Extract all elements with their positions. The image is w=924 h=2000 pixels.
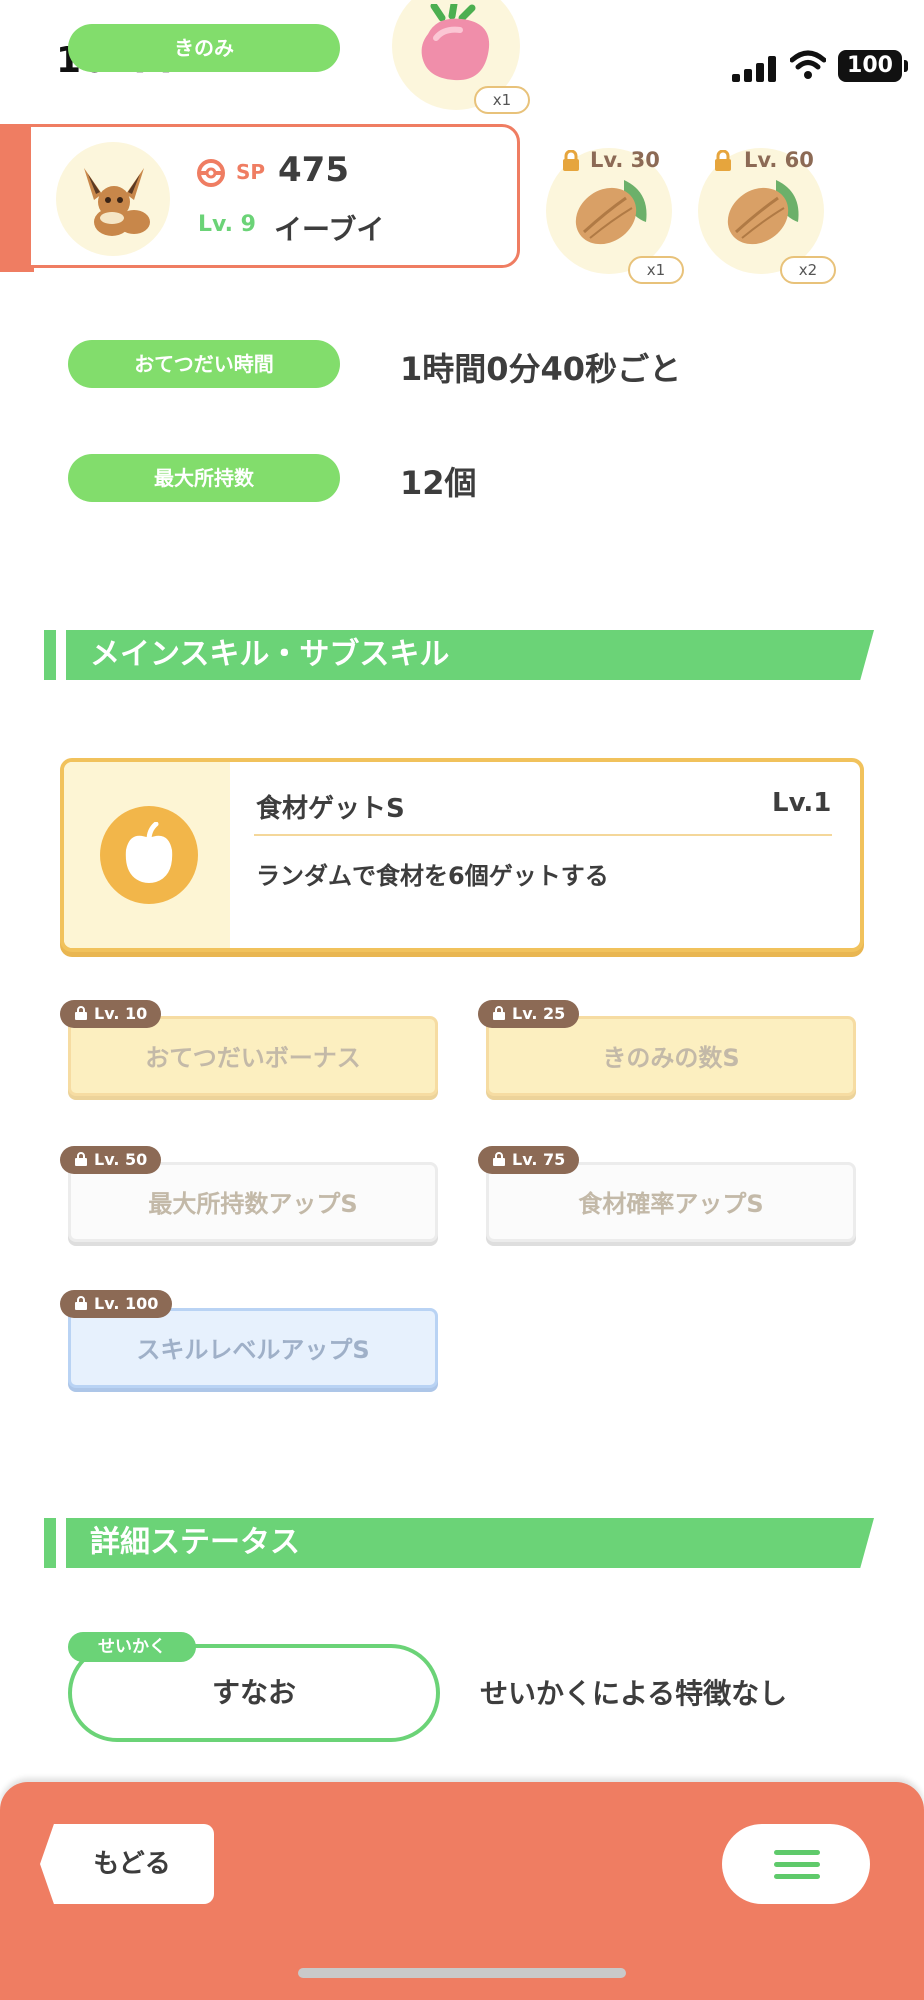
main-skill-name: 食材ゲットS (256, 794, 405, 824)
sub-skill-lv100[interactable]: スキルレベルアップS (68, 1308, 438, 1388)
sub-skill-unlock-tag: Lv. 50 (60, 1146, 162, 1174)
berry-count-badge: x1 (474, 86, 530, 114)
sub-skill-lv25[interactable]: きのみの数S (486, 1016, 856, 1096)
help-time-label: おてつだい時間 (68, 340, 340, 388)
lock-icon (75, 1296, 87, 1310)
lock-icon (715, 150, 731, 171)
main-skill-description: ランダムで食材を6個ゲットする (256, 862, 609, 890)
cacao-bean-icon (727, 180, 799, 245)
lock-icon (75, 1152, 87, 1166)
battery-indicator: 100 (838, 50, 908, 82)
skills-section-title: メインスキル・サブスキル (66, 630, 874, 680)
hamburger-icon (774, 1850, 820, 1855)
max-carry-label: 最大所持数 (68, 454, 340, 502)
apple-icon (125, 822, 173, 883)
sub-skill-unlock-level: Lv. 100 (94, 1294, 159, 1313)
ingredient-unlock-level: Lv. 30 (590, 148, 660, 172)
sub-skill-lv10[interactable]: おてつだいボーナス (68, 1016, 438, 1096)
sub-skill-lv50[interactable]: 最大所持数アップS (68, 1162, 438, 1242)
berry-label: きのみ (68, 24, 340, 72)
sub-skill-unlock-level: Lv. 75 (512, 1150, 566, 1169)
home-indicator[interactable] (298, 1968, 626, 1978)
pokemon-level: Lv. 9 (198, 212, 256, 237)
cellular-signal-icon (732, 56, 778, 82)
sp-value: 475 (278, 150, 349, 190)
nature-label: せいかく (68, 1632, 196, 1662)
section-header-stub (44, 630, 56, 680)
berry-icon (421, 4, 490, 81)
pokemon-name: イーブイ (274, 213, 385, 246)
sub-skill-unlock-level: Lv. 10 (94, 1004, 148, 1023)
max-carry-value: 12個 (400, 464, 477, 502)
main-skill-level: Lv.1 (772, 788, 832, 818)
back-button[interactable]: もどる (40, 1824, 214, 1904)
ingredient-count-badge: x2 (780, 256, 836, 284)
sub-skill-lv75[interactable]: 食材確率アップS (486, 1162, 856, 1242)
lock-icon (75, 1006, 87, 1020)
sub-skill-unlock-level: Lv. 25 (512, 1004, 566, 1023)
sub-skill-unlock-level: Lv. 50 (94, 1150, 148, 1169)
sub-skill-unlock-tag: Lv. 75 (478, 1146, 580, 1174)
main-skill-divider (254, 834, 832, 836)
wifi-icon (790, 50, 826, 79)
details-section-title: 詳細ステータス (66, 1518, 874, 1568)
help-time-value: 1時間0分40秒ごと (400, 350, 682, 388)
menu-button[interactable] (722, 1824, 870, 1904)
sub-skill-unlock-tag: Lv. 10 (60, 1000, 162, 1028)
section-header-stub (44, 1518, 56, 1568)
sp-icon (197, 159, 225, 187)
cacao-bean-icon (575, 180, 647, 245)
ingredient-unlock-level: Lv. 60 (744, 148, 814, 172)
nature-effect: せいかくによる特徴なし (480, 1677, 788, 1710)
sub-skill-unlock-tag: Lv. 100 (60, 1290, 173, 1318)
sp-label: SP (236, 160, 266, 184)
eevee-icon (84, 168, 150, 236)
hamburger-icon-line (774, 1862, 820, 1867)
hamburger-icon-line (774, 1874, 820, 1879)
lock-icon (493, 1152, 505, 1166)
lock-icon (563, 150, 579, 171)
ingredient-count-badge: x1 (628, 256, 684, 284)
lock-icon (493, 1006, 505, 1020)
sub-skill-unlock-tag: Lv. 25 (478, 1000, 580, 1028)
